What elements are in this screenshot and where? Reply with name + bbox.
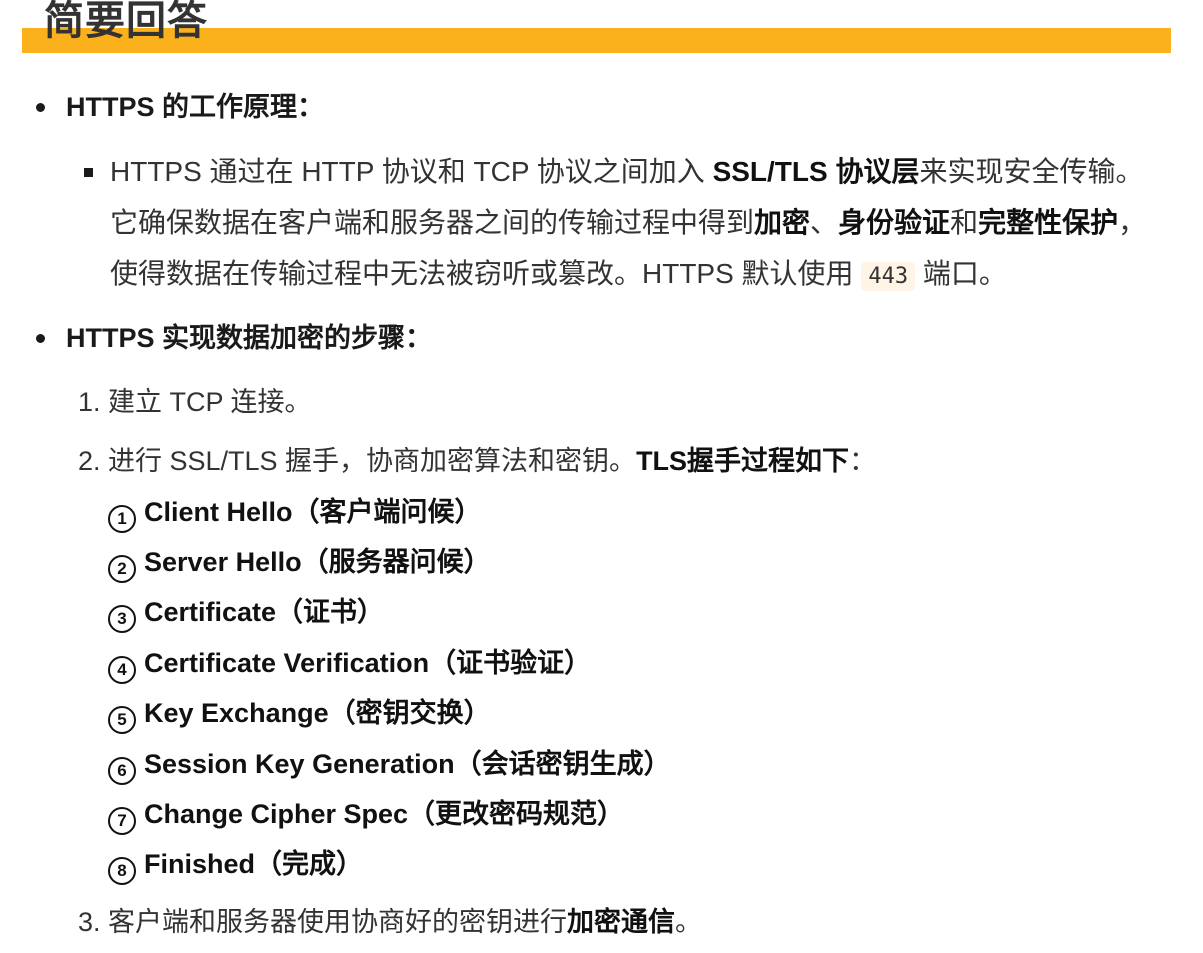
inline-code-port: 443 [861, 262, 916, 291]
bullet-title: HTTPS 实现数据加密的步骤： [66, 323, 433, 353]
handshake-item: 5 Key Exchange（密钥交换） [108, 695, 491, 734]
handshake-item: 7 Change Cipher Spec（更改密码规范） [108, 796, 624, 835]
para-text: 和 [950, 207, 979, 238]
step-item: 1. 建立 TCP 连接。 [78, 384, 312, 420]
para-text: 、 [810, 207, 839, 238]
step-bold: 加密通信 [567, 907, 675, 937]
circled-number-icon: 3 [108, 605, 136, 633]
step-text: 进行 SSL/TLS 握手，协商加密算法和密钥。 [108, 446, 637, 476]
handshake-label: Change Cipher Spec（更改密码规范） [144, 799, 625, 829]
circled-number-icon: 4 [108, 656, 136, 684]
para-text: HTTPS 通过在 HTTP 协议和 TCP 协议之间加入 [110, 156, 713, 187]
handshake-label: Server Hello（服务器问候） [144, 547, 491, 577]
handshake-item: 4 Certificate Verification（证书验证） [108, 645, 591, 684]
para-bold: 身份验证 [838, 207, 951, 238]
step-number: 1. [78, 387, 101, 417]
circled-number-icon: 8 [108, 857, 136, 885]
step-tail: ： [849, 446, 877, 476]
bullet-dot-icon [36, 103, 45, 112]
bullet-title: HTTPS 的工作原理： [66, 92, 325, 122]
handshake-item: 3 Certificate（证书） [108, 594, 384, 633]
circled-number-icon: 5 [108, 706, 136, 734]
handshake-label: Certificate Verification（证书验证） [144, 648, 592, 678]
step-text: 客户端和服务器使用协商好的密钥进行 [108, 907, 567, 937]
handshake-label: Client Hello（客户端问候） [144, 497, 482, 527]
circled-number-icon: 6 [108, 757, 136, 785]
step-number: 3. [78, 907, 101, 937]
heading-title: 简要回答 [44, 0, 208, 43]
step-item: 2. 进行 SSL/TLS 握手，协商加密算法和密钥。TLS握手过程如下： [78, 443, 876, 479]
step-item: 3. 客户端和服务器使用协商好的密钥进行加密通信。 [78, 904, 702, 940]
handshake-item: 6 Session Key Generation（会话密钥生成） [108, 746, 671, 785]
handshake-label: Key Exchange（密钥交换） [144, 698, 491, 728]
handshake-label: Session Key Generation（会话密钥生成） [144, 749, 671, 779]
handshake-item: 1 Client Hello（客户端问候） [108, 494, 482, 533]
handshake-item: 2 Server Hello（服务器问候） [108, 544, 491, 583]
section-heading: 简要回答 [22, 0, 1171, 56]
handshake-label: Certificate（证书） [144, 597, 385, 627]
step-tail: 。 [675, 907, 702, 937]
step-text: 建立 TCP 连接。 [108, 387, 312, 417]
para-text: 端口。 [915, 258, 1007, 289]
para-bold: 完整性保护 [978, 207, 1119, 238]
square-bullet-icon [84, 168, 93, 177]
step-bold: TLS握手过程如下 [636, 446, 850, 476]
para-bold: 加密 [754, 207, 811, 238]
bullet-dot-icon [36, 334, 45, 343]
step-number: 2. [78, 446, 101, 476]
para-bold: SSL/TLS 协议层 [712, 156, 920, 187]
circled-number-icon: 7 [108, 807, 136, 835]
circled-number-icon: 2 [108, 555, 136, 583]
handshake-item: 8 Finished（完成） [108, 846, 363, 885]
circled-number-icon: 1 [108, 505, 136, 533]
handshake-label: Finished（完成） [144, 849, 364, 879]
principle-paragraph: HTTPS 通过在 HTTP 协议和 TCP 协议之间加入 SSL/TLS 协议… [110, 146, 1170, 302]
